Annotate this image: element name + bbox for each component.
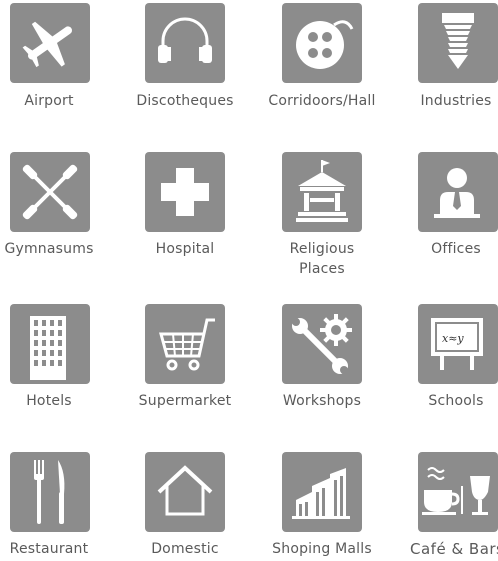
person-icon (418, 152, 498, 232)
mall-icon (282, 452, 362, 532)
building-icon (10, 304, 90, 384)
hotels-label: Hotels (26, 393, 72, 409)
offices-tile[interactable] (418, 152, 498, 232)
hotels-tile[interactable] (10, 304, 90, 384)
corridoors-hall-tile[interactable] (282, 3, 362, 83)
shoping-malls-label: Shoping Malls (272, 541, 372, 557)
cross-icon (145, 152, 225, 232)
house-icon (145, 452, 225, 532)
domestic-label: Domestic (151, 541, 219, 557)
religious-places-tile[interactable] (282, 152, 362, 232)
corridoors-hall-label: Corridoors/Hall (268, 93, 376, 109)
temple-icon (282, 152, 362, 232)
drill-bit-icon (418, 3, 498, 83)
cup-glass-icon (418, 452, 498, 532)
wrench-gear-icon (282, 304, 362, 384)
schools-tile[interactable]: x≈y (418, 304, 498, 384)
industries-label: Industries (420, 93, 492, 109)
offices-label: Offices (431, 241, 481, 257)
supermarket-label: Supermarket (138, 393, 232, 409)
restaurant-tile[interactable] (10, 452, 90, 532)
workshops-tile[interactable] (282, 304, 362, 384)
supermarket-tile[interactable] (145, 304, 225, 384)
hospital-label: Hospital (155, 241, 215, 257)
airplane-icon (10, 3, 90, 83)
cafe-bars-label: Café & Bars (410, 540, 498, 558)
shoping-malls-tile[interactable] (282, 452, 362, 532)
shopping-cart-icon (145, 304, 225, 384)
industries-tile[interactable] (418, 3, 498, 83)
airport-label: Airport (24, 93, 74, 109)
discotheques-tile[interactable] (145, 3, 225, 83)
hospital-tile[interactable] (145, 152, 225, 232)
airport-tile[interactable] (10, 3, 90, 83)
blackboard-icon: x≈y (418, 304, 498, 384)
dumbbells-icon (10, 152, 90, 232)
workshops-label: Workshops (282, 393, 362, 409)
religious-places-label: Religious Places (289, 241, 355, 277)
headphones-icon (145, 3, 225, 83)
fork-knife-icon (10, 452, 90, 532)
restaurant-label: Restaurant (9, 541, 89, 557)
cafe-bars-tile[interactable] (418, 452, 498, 532)
gymnasums-label: Gymnasums (4, 241, 94, 257)
discotheques-label: Discotheques (136, 93, 234, 109)
domestic-tile[interactable] (145, 452, 225, 532)
svg-text:x≈y: x≈y (442, 332, 464, 345)
film-reel-icon (282, 3, 362, 83)
gymnasums-tile[interactable] (10, 152, 90, 232)
schools-label: Schools (428, 393, 484, 409)
